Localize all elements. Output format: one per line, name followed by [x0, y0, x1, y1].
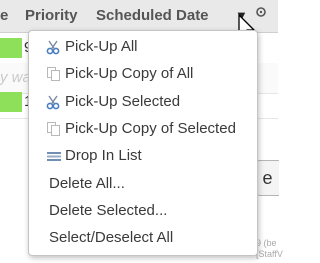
menu-item-drop-in-list[interactable]: Drop In List — [29, 142, 257, 169]
side-text-line: 9 (be — [256, 238, 277, 248]
menu-item-pick-up-copy-of-all[interactable]: Pick-Up Copy of All — [29, 60, 257, 87]
menu-item-label: Drop In List — [65, 147, 142, 164]
column-header-scheduled-date[interactable]: Scheduled Date — [96, 7, 209, 24]
menu-item-pick-up-all[interactable]: Pick-Up All — [29, 33, 257, 60]
side-text-line: [StaffV — [256, 249, 283, 259]
side-action-button[interactable]: e — [255, 160, 279, 196]
copy-icon — [46, 121, 62, 137]
column-header-partial[interactable]: e — [0, 7, 8, 24]
row-cell-text: y wa — [0, 69, 31, 86]
column-header-priority[interactable]: Priority — [25, 7, 78, 24]
menu-item-label: Select/Deselect All — [49, 229, 174, 246]
status-color-cell — [0, 92, 22, 112]
status-color-cell — [0, 38, 22, 58]
menu-item-delete-all[interactable]: Delete All... — [29, 170, 257, 197]
menu-item-label: Delete All... — [49, 175, 125, 192]
menu-item-label: Pick-Up All — [65, 38, 138, 55]
menu-item-label: Pick-Up Copy of Selected — [65, 120, 236, 137]
menu-item-label: Pick-Up Selected — [65, 93, 181, 110]
menu-item-pick-up-selected[interactable]: Pick-Up Selected — [29, 88, 257, 115]
list-drop-icon — [46, 148, 62, 164]
menu-item-select-deselect-all[interactable]: Select/Deselect All — [29, 224, 257, 251]
table-header: e Priority Scheduled Date ▼ — [0, 0, 278, 33]
menu-item-label: Delete Selected... — [49, 202, 168, 219]
menu-item-delete-selected[interactable]: Delete Selected... — [29, 197, 257, 224]
scissors-icon — [46, 94, 62, 110]
copy-icon — [46, 66, 62, 82]
menu-item-pick-up-copy-of-selected[interactable]: Pick-Up Copy of Selected — [29, 115, 257, 142]
scissors-icon — [46, 39, 62, 55]
menu-item-label: Pick-Up Copy of All — [65, 65, 194, 82]
context-menu: Pick-Up All Pick-Up Copy of All Pick-Up … — [28, 30, 258, 256]
